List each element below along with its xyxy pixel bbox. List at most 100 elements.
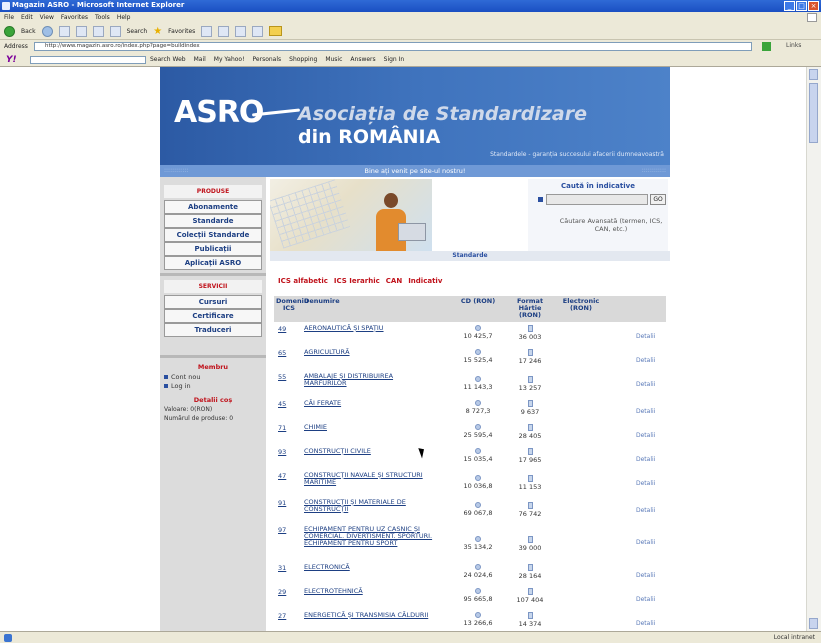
ics-code[interactable]: 97 — [278, 526, 286, 534]
tab-indicativ[interactable]: Indicativ — [408, 277, 442, 285]
cd-icon[interactable] — [475, 349, 481, 355]
detalii-link[interactable]: Detalii — [636, 357, 655, 364]
paper-price[interactable]: 107 404 — [510, 588, 550, 604]
detalii-link[interactable]: Detalii — [636, 432, 655, 439]
favorites-star-icon[interactable]: ★ — [153, 26, 162, 37]
cont-nou-link[interactable]: Cont nou — [164, 373, 200, 381]
detalii-link[interactable]: Detalii — [636, 408, 655, 415]
cd-icon[interactable] — [475, 564, 481, 570]
address-input[interactable]: http://www.magazin.asro.ro/index.php?pag… — [34, 42, 752, 51]
yahoo-shopping-button[interactable]: Shopping — [289, 56, 317, 63]
domain-name-link[interactable]: CHIMIE — [304, 424, 434, 431]
paper-price[interactable]: 36 003 — [510, 325, 550, 341]
menu-tools[interactable]: Tools — [95, 14, 110, 21]
ics-code[interactable]: 71 — [278, 424, 286, 432]
cd-icon[interactable] — [475, 376, 481, 382]
folder-icon[interactable] — [269, 26, 283, 36]
maximize-button[interactable]: □ — [796, 1, 807, 11]
paper-icon[interactable] — [527, 612, 533, 619]
paper-icon[interactable] — [527, 400, 533, 407]
go-arrow-icon[interactable] — [762, 42, 771, 51]
cd-icon[interactable] — [475, 448, 481, 454]
paper-price[interactable]: 28 164 — [510, 564, 550, 580]
ics-code[interactable]: 47 — [278, 472, 286, 480]
advanced-search-link[interactable]: Căutare Avansată (termen, ICS, CAN, etc.… — [556, 217, 666, 233]
paper-price[interactable]: 13 257 — [510, 376, 550, 392]
ics-code[interactable]: 31 — [278, 564, 286, 572]
home-icon[interactable] — [92, 25, 104, 37]
log-in-link[interactable]: Log in — [164, 382, 191, 390]
domain-name-link[interactable]: ECHIPAMENT PENTRU UZ CASNIC ȘI COMERCIAL… — [304, 526, 434, 547]
search-icon[interactable] — [109, 25, 121, 37]
cd-price[interactable]: 35 134,2 — [456, 536, 500, 551]
menu-view[interactable]: View — [40, 14, 54, 21]
print-icon[interactable] — [235, 25, 247, 37]
search-button-label[interactable]: Search — [127, 28, 148, 35]
detalii-link[interactable]: Detalii — [636, 620, 655, 627]
scroll-down-arrow-icon[interactable] — [809, 618, 818, 629]
search-go-button[interactable]: GO — [650, 194, 666, 205]
cd-icon[interactable] — [475, 588, 481, 594]
history-icon[interactable] — [201, 25, 213, 37]
yahoo-my-yahoo-button[interactable]: My Yahoo! — [214, 56, 245, 63]
nav-abonamente[interactable]: Abonamente — [164, 200, 262, 214]
domain-name-link[interactable]: CONSTRUCȚII ȘI MATERIALE DE CONSTRUCȚII — [304, 499, 434, 513]
yahoo-search-input[interactable] — [30, 56, 146, 64]
nav-servicii-heading[interactable]: SERVICII — [164, 280, 262, 293]
detalii-link[interactable]: Detalii — [636, 572, 655, 579]
domain-name-link[interactable]: ELECTRONICĂ — [304, 564, 434, 571]
cd-price[interactable]: 15 035,4 — [456, 448, 500, 463]
scroll-thumb[interactable] — [809, 83, 818, 143]
nav-publicatii[interactable]: Publicații — [164, 242, 262, 256]
minimize-button[interactable]: _ — [784, 1, 795, 11]
links-label[interactable]: Links — [786, 42, 801, 49]
nav-aplicatii-asro[interactable]: Aplicații ASRO — [164, 256, 262, 270]
domain-name-link[interactable]: ENERGETICĂ ȘI TRANSMISIA CĂLDURII — [304, 612, 434, 619]
back-button-label[interactable]: Back — [21, 28, 36, 35]
cd-icon[interactable] — [475, 536, 481, 542]
paper-icon[interactable] — [527, 536, 533, 543]
cd-price[interactable]: 24 024,6 — [456, 564, 500, 579]
nav-cursuri[interactable]: Cursuri — [164, 295, 262, 309]
detalii-link[interactable]: Detalii — [636, 539, 655, 546]
paper-icon[interactable] — [527, 424, 533, 431]
ics-code[interactable]: 27 — [278, 612, 286, 620]
nav-standarde[interactable]: Standarde — [164, 214, 262, 228]
refresh-icon[interactable] — [75, 25, 87, 37]
cd-price[interactable]: 13 266,6 — [456, 612, 500, 627]
cd-price[interactable]: 10 036,8 — [456, 475, 500, 490]
paper-icon[interactable] — [527, 448, 533, 455]
scroll-up-arrow-icon[interactable] — [809, 69, 818, 80]
cd-icon[interactable] — [475, 502, 481, 508]
cd-price[interactable]: 10 425,7 — [456, 325, 500, 340]
paper-price[interactable]: 11 153 — [510, 475, 550, 491]
detalii-link[interactable]: Detalii — [636, 507, 655, 514]
domain-name-link[interactable]: ELECTROTEHNICĂ — [304, 588, 434, 595]
menu-file[interactable]: File — [4, 14, 14, 21]
paper-price[interactable]: 14 374 — [510, 612, 550, 628]
forward-arrow-icon[interactable] — [41, 25, 53, 37]
domain-name-link[interactable]: CONSTRUCȚII NAVALE ȘI STRUCTURI MARITIME — [304, 472, 434, 486]
nav-colectii-standarde[interactable]: Colecții Standarde — [164, 228, 262, 242]
cd-icon[interactable] — [475, 400, 481, 406]
domain-name-link[interactable]: CONSTRUCȚII CIVILE — [304, 448, 434, 455]
ics-code[interactable]: 29 — [278, 588, 286, 596]
stop-icon[interactable] — [58, 25, 70, 37]
tab-can[interactable]: CAN — [386, 277, 402, 285]
detalii-link[interactable]: Detalii — [636, 456, 655, 463]
tab-ics-ierarhic[interactable]: ICS Ierarhic — [334, 277, 380, 285]
yahoo-sign-in-button[interactable]: Sign In — [384, 56, 405, 63]
favorites-button-label[interactable]: Favorites — [168, 28, 195, 35]
cd-icon[interactable] — [475, 475, 481, 481]
paper-icon[interactable] — [527, 588, 533, 595]
paper-price[interactable]: 76 742 — [510, 502, 550, 518]
detalii-link[interactable]: Detalii — [636, 480, 655, 487]
ics-code[interactable]: 65 — [278, 349, 286, 357]
detalii-link[interactable]: Detalii — [636, 333, 655, 340]
paper-icon[interactable] — [527, 502, 533, 509]
paper-price[interactable]: 9 637 — [510, 400, 550, 416]
domain-name-link[interactable]: AMBALAJE ȘI DISTRIBUIREA MĂRFURILOR — [304, 373, 434, 387]
cd-icon[interactable] — [475, 612, 481, 618]
menu-favorites[interactable]: Favorites — [61, 14, 88, 21]
ics-code[interactable]: 93 — [278, 448, 286, 456]
